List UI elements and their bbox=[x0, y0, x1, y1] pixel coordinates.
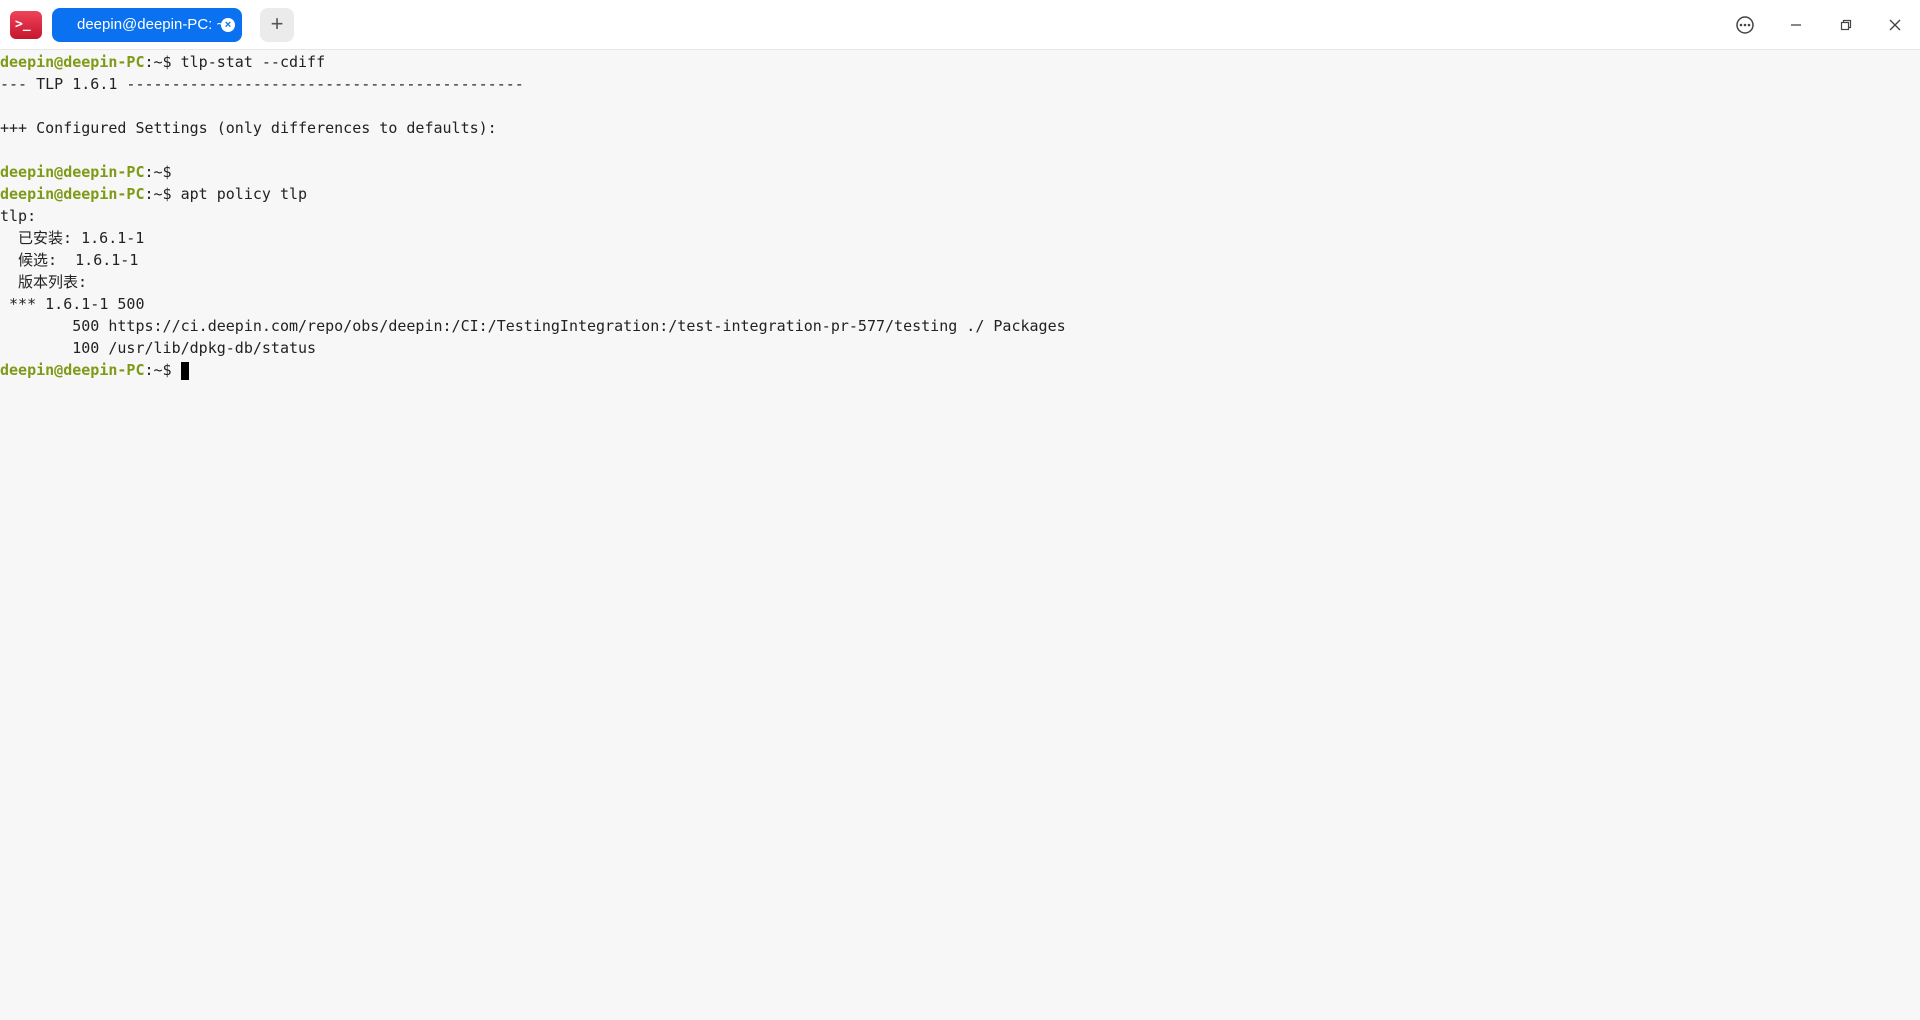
prompt-user: deepin@deepin-PC bbox=[0, 361, 145, 379]
new-tab-button[interactable]: + bbox=[260, 8, 294, 42]
close-icon bbox=[1889, 19, 1901, 31]
command-text: tlp-stat --cdiff bbox=[171, 53, 326, 71]
terminal-line: 候选: 1.6.1-1 bbox=[0, 251, 139, 269]
terminal-line: deepin@deepin-PC:~$ tlp-stat --cdiff bbox=[0, 51, 1920, 73]
terminal-line: 版本列表: bbox=[0, 273, 88, 291]
prompt-path: :~$ bbox=[144, 163, 172, 181]
close-button[interactable] bbox=[1880, 10, 1910, 40]
terminal-cursor bbox=[180, 361, 189, 380]
terminal-line: deepin@deepin-PC:~$ apt policy tlp bbox=[0, 183, 1920, 205]
terminal-line: 100 /usr/lib/dpkg-db/status bbox=[0, 339, 317, 357]
prompt-user: deepin@deepin-PC bbox=[0, 53, 145, 71]
prompt-user: deepin@deepin-PC bbox=[0, 185, 145, 203]
menu-button[interactable] bbox=[1730, 10, 1760, 40]
tab-terminal-session[interactable]: deepin@deepin-PC: ~ × bbox=[52, 8, 242, 42]
terminal-output[interactable]: deepin@deepin-PC:~$ tlp-stat --cdiff ---… bbox=[0, 51, 1920, 1020]
terminal-line: deepin@deepin-PC:~$ bbox=[0, 359, 1920, 381]
maximize-button[interactable] bbox=[1831, 10, 1861, 40]
command-text: apt policy tlp bbox=[171, 185, 308, 203]
terminal-line: --- TLP 1.6.1 --------------------------… bbox=[0, 75, 524, 93]
minimize-button[interactable] bbox=[1781, 10, 1811, 40]
terminal-line: 已安装: 1.6.1-1 bbox=[0, 229, 145, 247]
tab-close-icon[interactable]: × bbox=[221, 18, 235, 32]
terminal-line: tlp: bbox=[0, 207, 37, 225]
terminal-line: +++ Configured Settings (only difference… bbox=[0, 119, 497, 137]
terminal-line: 500 https://ci.deepin.com/repo/obs/deepi… bbox=[0, 317, 1066, 335]
prompt-path: :~$ bbox=[144, 361, 172, 379]
title-bar: >_ deepin@deepin-PC: ~ × + bbox=[0, 0, 1920, 50]
prompt-user: deepin@deepin-PC bbox=[0, 163, 145, 181]
command-text bbox=[172, 361, 181, 379]
prompt-path: :~$ bbox=[144, 185, 172, 203]
prompt-path: :~$ bbox=[144, 53, 172, 71]
more-icon bbox=[1736, 16, 1754, 34]
minimize-icon bbox=[1791, 24, 1801, 26]
tab-label: deepin@deepin-PC: ~ bbox=[77, 16, 226, 33]
terminal-line: deepin@deepin-PC:~$ bbox=[0, 161, 1920, 183]
terminal-app-icon[interactable]: >_ bbox=[10, 11, 42, 39]
restore-icon bbox=[1840, 19, 1852, 31]
terminal-line: *** 1.6.1-1 500 bbox=[0, 295, 145, 313]
